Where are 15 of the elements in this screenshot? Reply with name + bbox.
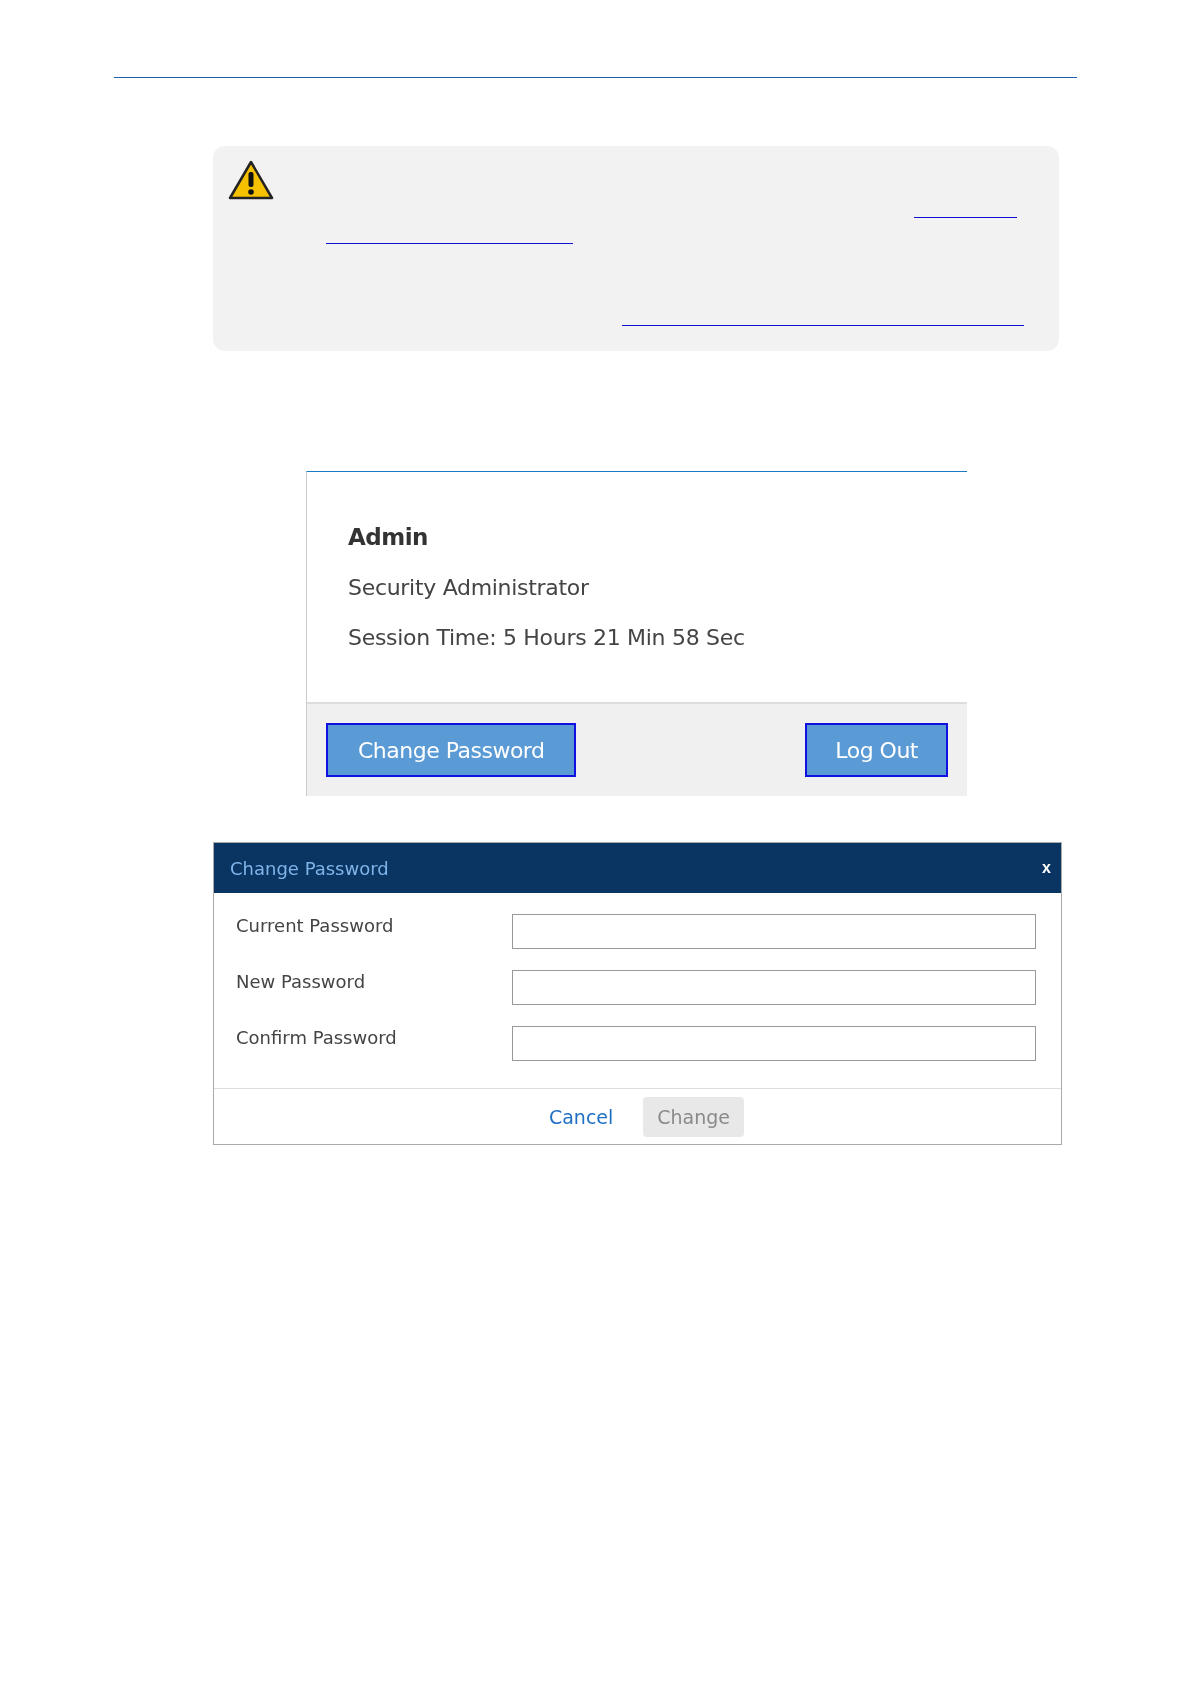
input-field[interactable] (512, 970, 1036, 1005)
user-name: Admin (348, 524, 429, 550)
field-label: Current Password (236, 915, 395, 936)
button[interactable]: Log Out (805, 723, 948, 777)
dialog-title: Change Password (230, 857, 389, 879)
input-field[interactable] (512, 1026, 1036, 1061)
user-role: Security Administrator (348, 575, 590, 600)
session-time: Session Time: 5 Hours 21 Min 58 Sec (348, 625, 746, 650)
cancel-link[interactable]: Cancel (542, 1104, 620, 1129)
input-field[interactable] (512, 914, 1036, 949)
warning-icon (228, 160, 274, 200)
field-label: Confirm Password (236, 1027, 398, 1048)
field-label: New Password (236, 971, 367, 992)
close-button[interactable]: x (1038, 859, 1055, 877)
button[interactable]: Change Password (326, 723, 577, 777)
